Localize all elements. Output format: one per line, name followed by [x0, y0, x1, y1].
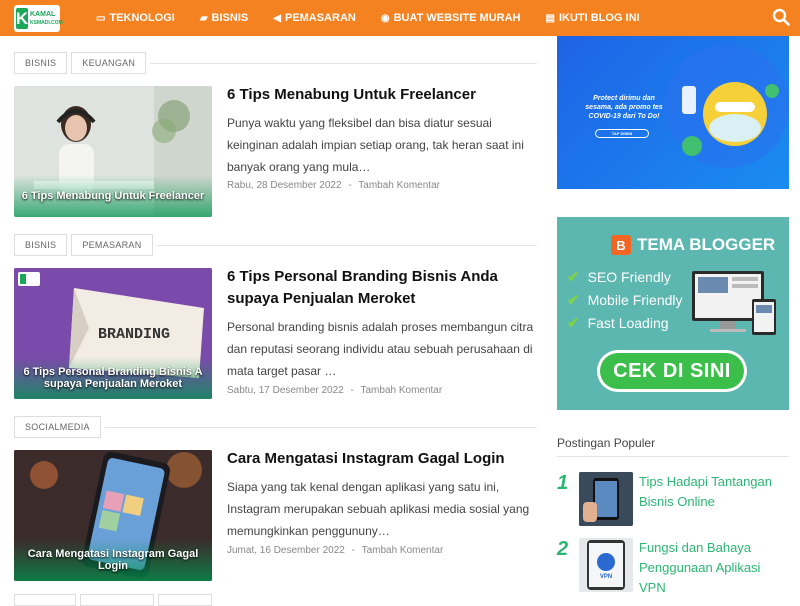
- ad-heading: B TEMA BLOGGER: [611, 235, 775, 255]
- logo-line-1: KAMAL: [30, 10, 56, 18]
- blogger-logo-icon: B: [611, 235, 631, 255]
- post-tags-partial: [14, 594, 537, 606]
- menu-item-buat-website[interactable]: ◉ BUAT WEBSITE MURAH: [381, 12, 521, 24]
- globe-icon: ◉: [380, 12, 390, 24]
- menu-item-bisnis[interactable]: ▰ BISNIS: [200, 12, 248, 24]
- post-title[interactable]: 6 Tips Menabung Untuk Freelancer: [227, 84, 537, 106]
- popular-image: [579, 472, 633, 526]
- post-excerpt: Personal branding bisnis adalah proses m…: [227, 320, 534, 378]
- post-thumbnail[interactable]: 6 Tips Menabung Untuk Freelancer: [14, 86, 212, 217]
- feature-item: ✔ SEO Friendly: [567, 268, 671, 286]
- meta-separator: -: [348, 180, 352, 191]
- popular-heading: Postingan Populer: [557, 436, 656, 450]
- divider: [104, 426, 537, 428]
- menu-item-label: PEMASARAN: [284, 12, 356, 24]
- divider: [150, 62, 537, 64]
- check-icon: ✔: [567, 292, 580, 309]
- feature-item: ✔ Fast Loading: [567, 314, 669, 332]
- devices-illustration: [692, 271, 776, 335]
- check-icon: ✔: [567, 269, 580, 286]
- post-thumbnail[interactable]: BRANDING 6 Tips Personal Branding Bisnis…: [14, 268, 212, 399]
- ad-banner-tema-blogger[interactable]: B TEMA BLOGGER ✔ SEO Friendly ✔ Mobile Fri…: [557, 217, 789, 410]
- monitor-icon: ▭: [96, 12, 106, 24]
- tag-link[interactable]: PEMASARAN: [71, 234, 153, 256]
- comment-link[interactable]: Tambah Komentar: [360, 385, 442, 396]
- logo-line-2: KSMADI.COM: [30, 19, 63, 26]
- post-thumbnail[interactable]: Cara Mengatasi Instagram Gagal Login: [14, 450, 212, 581]
- post-excerpt: Siapa yang tak kenal dengan aplikasi yan…: [227, 480, 530, 538]
- feature-label: SEO Friendly: [587, 269, 671, 285]
- post-date: Rabu, 28 Desember 2022: [227, 180, 342, 191]
- menu-item-teknologi[interactable]: ▭ TEKNOLOGI: [96, 12, 175, 24]
- thumbnail-caption: Cara Mengatasi Instagram Gagal Login: [14, 539, 212, 581]
- post-date: Sabtu, 17 Desember 2022: [227, 385, 344, 396]
- comment-link[interactable]: Tambah Komentar: [362, 545, 444, 556]
- thumbnail-word: BRANDING: [98, 326, 170, 343]
- post-tags: BISNIS PEMASARAN: [14, 234, 537, 256]
- post-title[interactable]: Cara Mengatasi Instagram Gagal Login: [227, 448, 537, 470]
- feature-label: Fast Loading: [587, 315, 669, 331]
- tag-link[interactable]: BISNIS: [14, 52, 68, 74]
- popular-title[interactable]: Tips Hadapi Tantangan Bisnis Online: [639, 472, 789, 512]
- menu-item-label: TEKNOLOGI: [109, 12, 175, 24]
- menu-item-ikuti-blog[interactable]: ▤ IKUTI BLOG INI: [545, 12, 639, 24]
- logo-text: KAMAL KSMADI.COM: [28, 11, 63, 27]
- search-button[interactable]: [772, 8, 790, 26]
- meta-separator: -: [350, 385, 354, 396]
- ad-text: Protect dirimu dan sesama, ada promo tes…: [585, 95, 663, 120]
- post-date: Jumat, 16 Desember 2022: [227, 545, 345, 556]
- check-icon: ✔: [567, 315, 580, 332]
- rss-icon: ▤: [545, 12, 555, 24]
- popular-image: VPN: [579, 538, 633, 592]
- post-tags: SOCIALMEDIA: [14, 416, 537, 438]
- post-excerpt: Punya waktu yang fleksibel dan bisa diat…: [227, 116, 524, 174]
- logo-letter: K: [15, 8, 29, 29]
- tag-link[interactable]: [14, 594, 76, 606]
- post-title[interactable]: 6 Tips Personal Branding Bisnis Anda sup…: [227, 266, 537, 310]
- tag-link[interactable]: [80, 594, 154, 606]
- divider: [156, 244, 537, 246]
- cta-label: CEK DI SINI: [600, 353, 744, 389]
- post-tags: BISNIS KEUANGAN: [14, 52, 537, 74]
- tag-link[interactable]: SOCIALMEDIA: [14, 416, 101, 438]
- divider: [557, 456, 789, 457]
- popular-thumbnail[interactable]: [579, 472, 633, 526]
- tag-link[interactable]: [158, 594, 212, 606]
- popular-image-label: VPN: [600, 574, 612, 580]
- post-meta: Rabu, 28 Desember 2022 - Tambah Komentar: [227, 180, 440, 191]
- tag-link[interactable]: KEUANGAN: [71, 52, 147, 74]
- thumbnail-caption: 6 Tips Personal Branding Bisnis A supaya…: [14, 357, 212, 399]
- comment-link[interactable]: Tambah Komentar: [358, 180, 440, 191]
- popular-title[interactable]: Fungsi dan Bahaya Penggunaan Aplikasi VP…: [639, 538, 789, 598]
- top-navbar: K KAMAL KSMADI.COM ▭ TEKNOLOGI ▰ BISNIS ◀ P…: [0, 0, 800, 36]
- menu-item-label: IKUTI BLOG INI: [558, 12, 640, 24]
- thumbnail-caption: 6 Tips Menabung Untuk Freelancer: [14, 175, 212, 217]
- menu-item-label: BUAT WEBSITE MURAH: [393, 12, 521, 24]
- meta-separator: -: [351, 545, 355, 556]
- menu-item-label: BISNIS: [211, 12, 249, 24]
- post-meta: Sabtu, 17 Desember 2022 - Tambah Komenta…: [227, 385, 442, 396]
- ad-cta-button[interactable]: TAP DISINI: [595, 129, 649, 138]
- popular-thumbnail[interactable]: VPN: [579, 538, 633, 592]
- tag-link[interactable]: BISNIS: [14, 234, 68, 256]
- feature-label: Mobile Friendly: [587, 292, 683, 308]
- ad-banner-covid[interactable]: Protect dirimu dan sesama, ada promo tes…: [557, 36, 789, 189]
- megaphone-icon: ◀: [273, 12, 281, 24]
- main-menu: ▭ TEKNOLOGI ▰ BISNIS ◀ PEMASARAN ◉ BUAT WEBS…: [96, 0, 665, 36]
- search-icon: [772, 8, 790, 26]
- site-logo[interactable]: K KAMAL KSMADI.COM: [14, 5, 63, 32]
- popular-rank: 1: [557, 472, 569, 494]
- cek-di-sini-button[interactable]: CEK DI SINI: [597, 350, 747, 392]
- feature-item: ✔ Mobile Friendly: [567, 291, 683, 309]
- menu-item-pemasaran[interactable]: ◀ PEMASARAN: [273, 12, 356, 24]
- popular-rank: 2: [557, 538, 569, 560]
- ad-title: TEMA BLOGGER: [637, 235, 776, 254]
- post-meta: Jumat, 16 Desember 2022 - Tambah Komenta…: [227, 545, 443, 556]
- briefcase-icon: ▰: [199, 12, 208, 24]
